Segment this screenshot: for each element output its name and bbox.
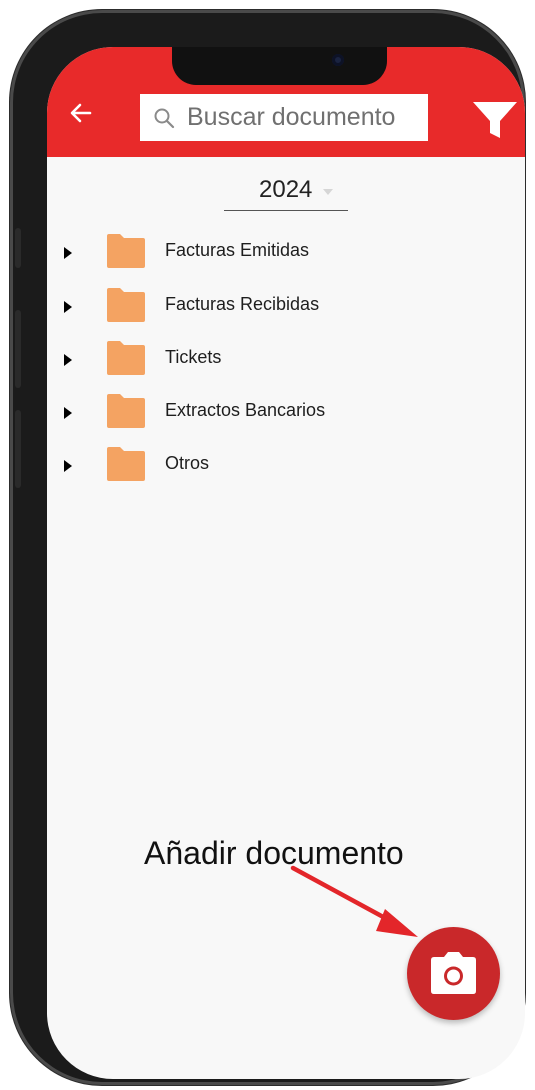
folder-item-extractos-bancarios[interactable]: Extractos Bancarios bbox=[47, 390, 525, 438]
year-select[interactable]: 2024 bbox=[221, 170, 351, 212]
folder-item-otros[interactable]: Otros bbox=[47, 443, 525, 491]
annotation-arrow bbox=[290, 865, 418, 937]
folder-icon bbox=[107, 394, 145, 428]
folder-item-facturas-recibidas[interactable]: Facturas Recibidas bbox=[47, 284, 525, 332]
triangle-right-icon[interactable] bbox=[64, 354, 72, 366]
folder-icon bbox=[107, 447, 145, 481]
search-icon bbox=[154, 108, 175, 128]
add-document-button[interactable] bbox=[407, 927, 500, 1020]
side-button-volume-up bbox=[15, 310, 21, 388]
folder-icon bbox=[107, 288, 145, 322]
folder-item-facturas-emitidas[interactable]: Facturas Emitidas bbox=[47, 230, 525, 278]
triangle-right-icon[interactable] bbox=[64, 247, 72, 259]
triangle-right-icon[interactable] bbox=[64, 460, 72, 472]
folder-label: Otros bbox=[165, 453, 210, 473]
triangle-right-icon[interactable] bbox=[64, 407, 72, 419]
triangle-right-icon[interactable] bbox=[64, 301, 72, 313]
folder-label: Tickets bbox=[165, 347, 222, 367]
folder-label: Facturas Recibidas bbox=[165, 294, 320, 314]
notch bbox=[172, 47, 387, 85]
filter-icon[interactable] bbox=[472, 100, 518, 140]
arrow-left-icon[interactable] bbox=[67, 99, 95, 127]
side-button-mute bbox=[15, 228, 21, 268]
front-camera bbox=[332, 54, 344, 66]
chevron-down-icon bbox=[323, 189, 333, 195]
folder-item-tickets[interactable]: Tickets bbox=[47, 337, 525, 385]
year-value: 2024 bbox=[259, 176, 313, 203]
app-screen: Buscar documento 2024 Facturas Emitidas bbox=[47, 47, 525, 1079]
camera-icon bbox=[431, 952, 476, 994]
app-header: Buscar documento bbox=[47, 47, 525, 157]
search-input[interactable]: Buscar documento bbox=[140, 94, 428, 141]
side-button-volume-down bbox=[15, 410, 21, 488]
year-underline bbox=[224, 210, 348, 211]
phone-frame: Buscar documento 2024 Facturas Emitidas bbox=[10, 10, 525, 1085]
folder-label: Facturas Emitidas bbox=[165, 240, 310, 260]
search-placeholder: Buscar documento bbox=[187, 103, 396, 131]
folder-icon bbox=[107, 234, 145, 268]
folder-label: Extractos Bancarios bbox=[165, 400, 326, 420]
folder-icon bbox=[107, 341, 145, 375]
